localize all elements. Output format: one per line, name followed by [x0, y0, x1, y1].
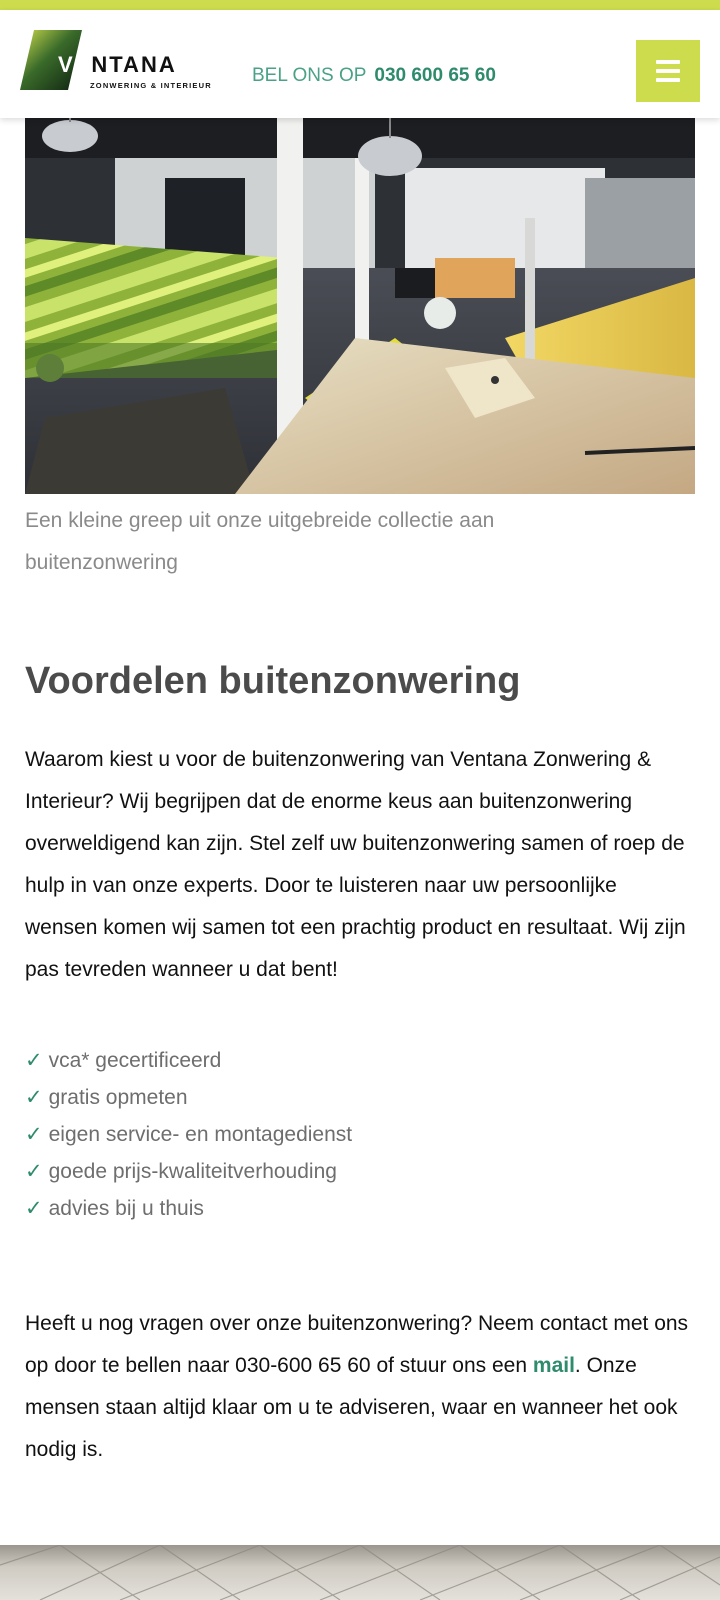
list-item: ✓ eigen service- en montagedienst — [25, 1116, 352, 1153]
hamburger-icon-bar — [656, 69, 680, 73]
list-item: ✓ advies bij u thuis — [25, 1190, 352, 1227]
site-header: VENTANA ZONWERING & INTERIEUR BEL ONS OP… — [0, 10, 720, 118]
call-label: BEL ONS OP — [252, 65, 367, 86]
list-item: ✓ goede prijs-kwaliteitverhouding — [25, 1153, 352, 1190]
showroom-photo — [25, 118, 695, 494]
checkmark-icon: ✓ — [25, 1123, 43, 1146]
list-item: ✓ vca* gecertificeerd — [25, 1042, 352, 1079]
checkmark-icon: ✓ — [25, 1049, 43, 1072]
intro-paragraph: Waarom kiest u voor de buitenzonwering v… — [25, 748, 686, 981]
footer-background-photo — [0, 1545, 720, 1600]
list-item: ✓ gratis opmeten — [25, 1079, 352, 1116]
benefits-list: ✓ vca* gecertificeerd ✓ gratis opmeten ✓ ei… — [25, 1042, 352, 1227]
benefit-text: goede prijs-kwaliteitverhouding — [48, 1160, 337, 1183]
phone-number-link[interactable]: 030 600 65 60 — [374, 65, 496, 86]
benefit-text: eigen service- en montagedienst — [48, 1123, 353, 1146]
checkmark-icon: ✓ — [25, 1086, 43, 1109]
checkmark-icon: ✓ — [25, 1197, 43, 1220]
call-us[interactable]: BEL ONS OP 030 600 65 60 — [252, 65, 496, 87]
hamburger-icon-bar — [656, 60, 680, 64]
hamburger-icon-bar — [656, 78, 680, 82]
photo-caption: Een kleine greep uit onze uitgebreide co… — [25, 509, 495, 574]
logo-wordmark: VENTANA — [58, 52, 177, 77]
ventana-logo[interactable]: VENTANA ZONWERING & INTERIEUR — [20, 30, 220, 92]
section-title: Voordelen buitenzonwering — [25, 660, 521, 702]
wood-floor-texture — [0, 1545, 720, 1600]
showroom-illustration — [25, 118, 695, 494]
top-accent-stripe — [0, 0, 720, 10]
logo-tagline: ZONWERING & INTERIEUR — [90, 81, 212, 90]
benefit-text: advies bij u thuis — [48, 1197, 204, 1220]
menu-button[interactable] — [636, 40, 700, 102]
benefit-text: vca* gecertificeerd — [48, 1049, 222, 1072]
benefit-text: gratis opmeten — [48, 1086, 188, 1109]
checkmark-icon: ✓ — [25, 1160, 43, 1183]
contact-paragraph: Heeft u nog vragen over onze buitenzonwe… — [25, 1303, 705, 1471]
mail-link[interactable]: mail — [533, 1354, 575, 1377]
